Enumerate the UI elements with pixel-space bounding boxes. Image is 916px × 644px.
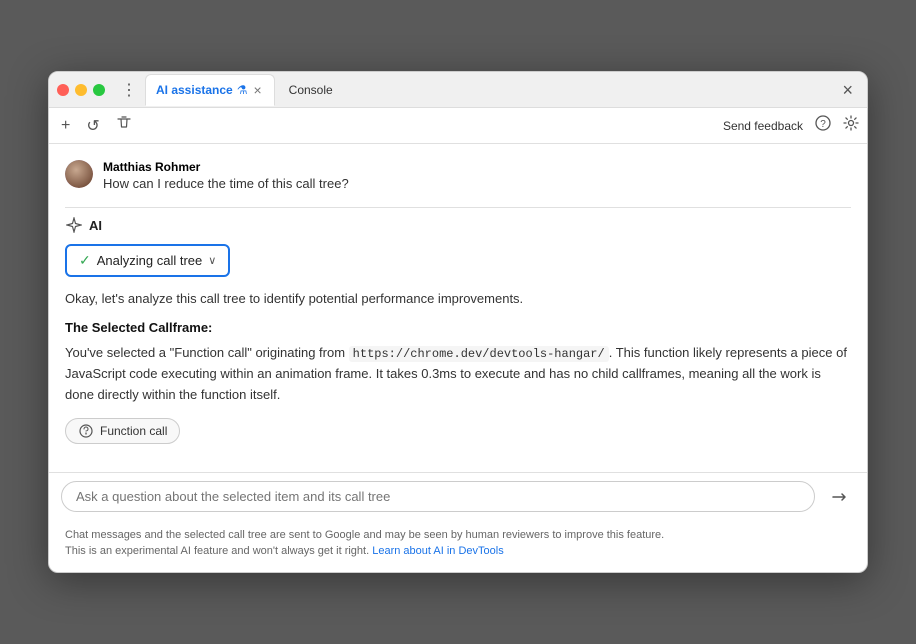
help-icon[interactable]: ?: [815, 115, 831, 136]
send-feedback-button[interactable]: Send feedback: [723, 119, 803, 133]
footer: Chat messages and the selected call tree…: [49, 521, 867, 572]
settings-icon[interactable]: [843, 115, 859, 136]
footer-link[interactable]: Learn about AI in DevTools: [372, 545, 503, 557]
toolbar-right: Send feedback ?: [723, 115, 859, 136]
toolbar: + ↺ Send feedback ?: [49, 108, 867, 144]
panel-close-btn[interactable]: ×: [836, 77, 859, 103]
input-wrapper: [49, 472, 867, 521]
ai-label: AI: [65, 216, 851, 234]
tab-console-label: Console: [289, 83, 333, 97]
ai-intro-text: Okay, let's analyze this call tree to id…: [65, 289, 851, 310]
footer-text2: This is an experimental AI feature and w…: [65, 545, 369, 557]
history-button[interactable]: ↺: [82, 114, 103, 138]
function-call-badge[interactable]: Function call: [65, 418, 180, 444]
desc-part1: You've selected a "Function call" origin…: [65, 345, 349, 360]
send-button[interactable]: [823, 481, 855, 513]
ai-sparkle-icon: [65, 216, 83, 234]
window-maximize-btn[interactable]: [93, 84, 105, 96]
check-icon: ✓: [79, 252, 91, 269]
user-info: Matthias Rohmer How can I reduce the tim…: [103, 160, 349, 191]
tab-console[interactable]: Console: [279, 74, 343, 106]
code-url: https://chrome.dev/devtools-hangar/: [349, 346, 609, 362]
tab-close-icon[interactable]: ×: [251, 82, 263, 98]
tab-ai-assistance[interactable]: AI assistance ⚗ ×: [145, 74, 275, 106]
ai-section: AI ✓ Analyzing call tree ∨ Okay, let's a…: [65, 216, 851, 460]
window-close-btn[interactable]: [57, 84, 69, 96]
user-query: How can I reduce the time of this call t…: [103, 176, 349, 191]
more-options-icon[interactable]: ⋮: [117, 78, 141, 102]
title-bar: ⋮ AI assistance ⚗ × Console ×: [49, 72, 867, 108]
function-call-label: Function call: [100, 424, 167, 438]
footer-text1: Chat messages and the selected call tree…: [65, 529, 664, 541]
ai-text-label: AI: [89, 218, 102, 233]
svg-text:?: ?: [820, 119, 826, 130]
delete-button[interactable]: [112, 113, 136, 138]
username: Matthias Rohmer: [103, 160, 349, 174]
analyzing-label: Analyzing call tree: [97, 253, 203, 268]
analyzing-badge[interactable]: ✓ Analyzing call tree ∨: [65, 244, 230, 277]
input-row: [49, 473, 867, 521]
user-message: Matthias Rohmer How can I reduce the tim…: [65, 160, 851, 191]
question-input[interactable]: [61, 481, 815, 512]
chevron-down-icon: ∨: [208, 254, 216, 267]
window-minimize-btn[interactable]: [75, 84, 87, 96]
beaker-icon: ⚗: [237, 83, 248, 97]
ai-description: You've selected a "Function call" origin…: [65, 343, 851, 406]
avatar: [65, 160, 93, 188]
new-tab-button[interactable]: +: [57, 115, 74, 137]
devtools-window: ⋮ AI assistance ⚗ × Console × + ↺ Send f…: [48, 71, 868, 573]
main-content: Matthias Rohmer How can I reduce the tim…: [49, 144, 867, 472]
divider: [65, 207, 851, 208]
window-controls: [57, 84, 105, 96]
tab-ai-label: AI assistance: [156, 83, 233, 97]
function-call-icon: [78, 423, 94, 439]
callframe-title: The Selected Callframe:: [65, 320, 851, 335]
